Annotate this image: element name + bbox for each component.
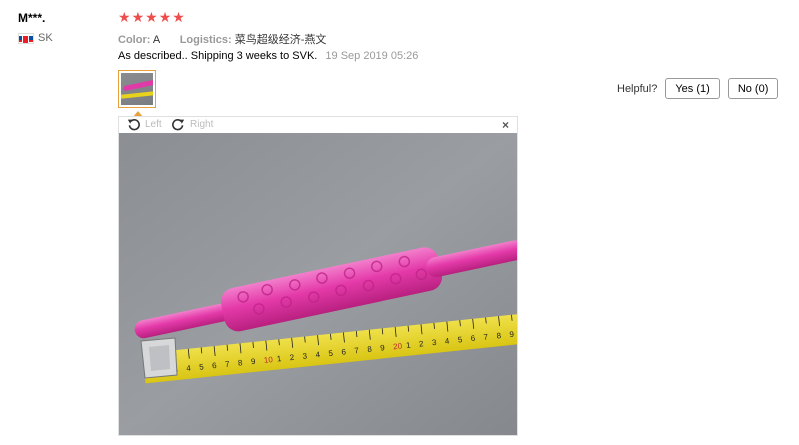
rotate-right-icon: [172, 119, 185, 131]
helpful-label: Helpful?: [617, 82, 658, 95]
star-icon: ★: [158, 9, 172, 25]
rotate-right-label: Right: [190, 119, 214, 130]
review-photo: 234567891012345678920123456789: [119, 133, 517, 435]
order-attributes: Color: A Logistics: 菜鸟超级经济-燕文: [118, 31, 326, 47]
star-icon: ★: [118, 9, 131, 25]
country-code: SK: [38, 32, 53, 44]
tape-number: 10: [263, 355, 273, 365]
photo-thumbnail[interactable]: [118, 70, 156, 108]
rotate-right-button[interactable]: Right: [172, 118, 213, 131]
helpful-yes-button[interactable]: Yes (1): [665, 78, 720, 99]
logistics-label: Logistics:: [179, 34, 232, 46]
feedback-text: As described.. Shipping 3 weeks to SVK.: [118, 50, 318, 62]
color-value: A: [152, 34, 160, 46]
color-label: Color:: [118, 34, 151, 46]
slovakia-flag-icon: [18, 32, 34, 44]
buyer-country: SK: [18, 32, 53, 44]
close-icon[interactable]: ×: [502, 118, 509, 132]
star-icon: ★: [145, 9, 158, 25]
buyer-name: M***.: [18, 11, 46, 25]
star-icon: ★: [172, 9, 185, 25]
star-rating: ★ ★ ★ ★ ★: [118, 9, 185, 25]
tape-number: 20: [393, 341, 403, 351]
viewer-toolbar: Left Right ×: [119, 117, 517, 133]
helpful-votes: Helpful? Yes (1) No (0): [617, 78, 779, 99]
review-photo-image: 234567891012345678920123456789: [119, 133, 517, 435]
feedback-date: 19 Sep 2019 05:26: [325, 50, 419, 62]
helpful-no-button[interactable]: No (0): [727, 78, 779, 99]
rotate-left-label: Left: [145, 119, 162, 130]
star-icon: ★: [131, 9, 145, 25]
photo-viewer: Left Right × 4 5 6 7 8 9 10 1 2 3 4 5 6 …: [118, 116, 518, 436]
rotate-left-button[interactable]: Left: [127, 118, 162, 131]
feedback: As described.. Shipping 3 weeks to SVK. …: [118, 50, 418, 62]
rotate-left-icon: [127, 119, 140, 131]
logistics-value: 菜鸟超级经济-燕文: [234, 34, 327, 46]
